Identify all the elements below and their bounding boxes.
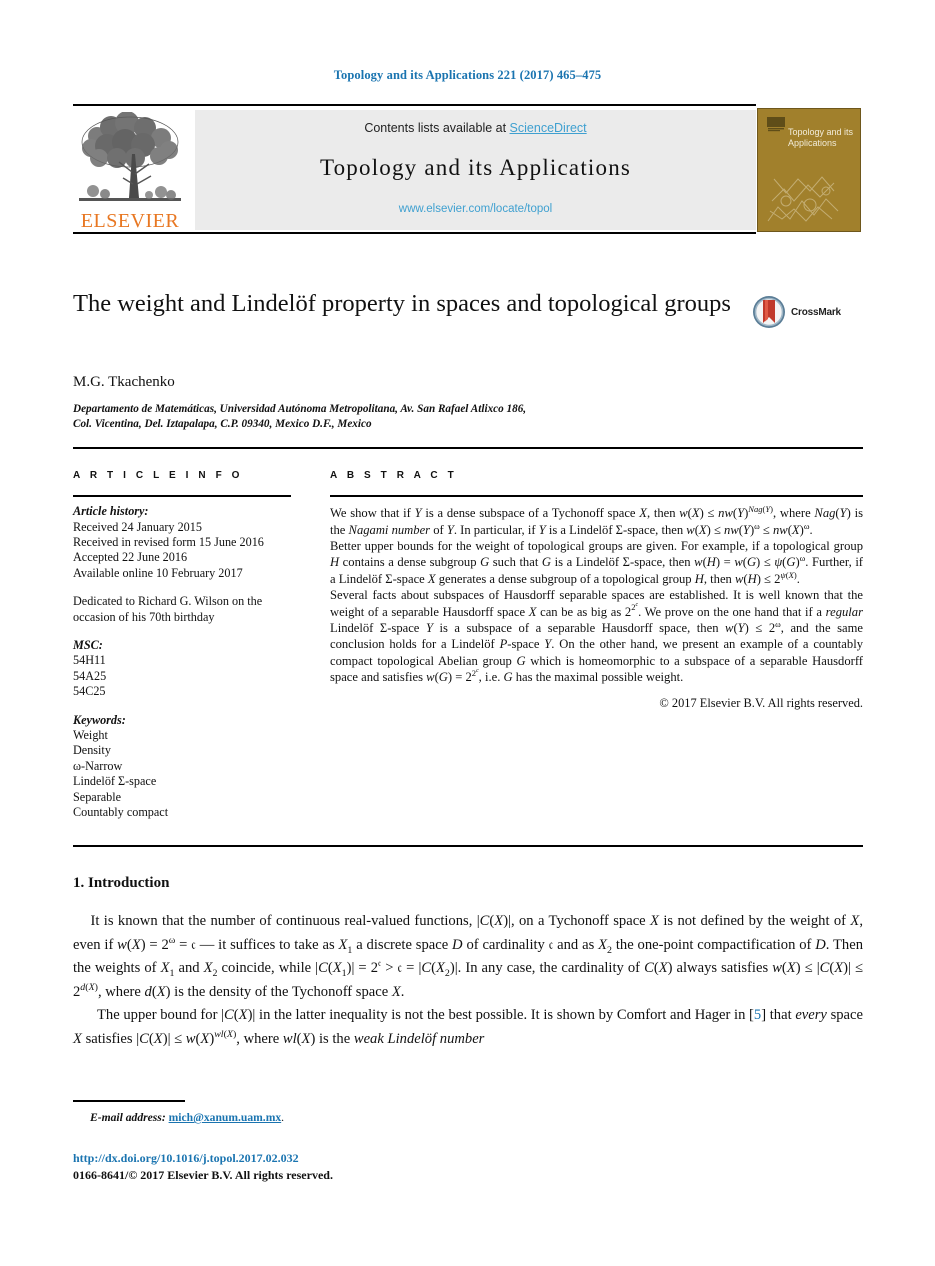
abstract-paragraph-1: Better upper bounds for the weight of to… <box>330 539 864 586</box>
article-history-label: Article history: <box>73 504 149 519</box>
abstract-heading: A B S T R A C T <box>330 470 458 481</box>
journal-masthead: ELSEVIER Contents lists available at Sci… <box>73 104 863 235</box>
affiliation-line-1: Departamento de Matemáticas, Universidad… <box>73 403 527 415</box>
masthead-rule-top <box>73 104 756 107</box>
paper-page: Topology and its Applications 221 (2017)… <box>0 0 935 1266</box>
elsevier-mini-logo-icon <box>767 117 785 132</box>
author-affiliation: Departamento de Matemáticas, Universidad… <box>73 402 793 431</box>
abstract-paragraph-0: We show that if Y is a dense subspace of… <box>330 504 863 537</box>
journal-cover-thumbnail[interactable]: Topology and its Applications <box>757 108 861 232</box>
keyword-4: Separable <box>73 789 122 804</box>
history-item-3: Available online 10 February 2017 <box>73 565 243 580</box>
body-text: It is known that the number of continuou… <box>73 910 863 1052</box>
keywords-label: Keywords: <box>73 712 126 727</box>
elsevier-wordmark: ELSEVIER <box>80 210 180 232</box>
issn-copyright-line: 0166-8641/© 2017 Elsevier B.V. All right… <box>73 1167 333 1182</box>
elsevier-tree-icon <box>79 112 181 201</box>
contents-line: Contents lists available at ScienceDirec… <box>195 121 756 135</box>
author-name: M.G. Tkachenko <box>73 374 175 390</box>
footnote-email: E-mail address: mich@xanum.uam.mx. <box>73 1110 673 1125</box>
crossmark-icon <box>753 296 785 328</box>
section-title-introduction: 1. Introduction <box>73 875 170 891</box>
keyword-5: Countably compact <box>73 805 169 820</box>
article-info-heading-rule <box>73 495 291 498</box>
elsevier-logo: ELSEVIER <box>75 108 185 232</box>
running-head: Topology and its Applications 221 (2017)… <box>333 68 602 82</box>
abstract-copyright: © 2017 Elsevier B.V. All rights reserved… <box>659 695 863 710</box>
article-history: Article history: Received 24 January 201… <box>73 504 291 820</box>
journal-title: Topology and its Applications <box>319 155 632 180</box>
cover-artwork <box>767 176 839 222</box>
info-rule-top <box>73 447 863 450</box>
keyword-2: ω-Narrow <box>73 758 123 773</box>
masthead-rule-bottom <box>73 232 756 235</box>
affiliation-line-2: Col. Vicentina, Del. Iztapalapa, C.P. 09… <box>73 417 372 430</box>
abstract-paragraph-2: Several facts about subspaces of Hausdor… <box>330 588 863 685</box>
msc-label: MSC: <box>73 638 103 653</box>
sciencedirect-link[interactable]: ScienceDirect <box>510 121 587 135</box>
body-paragraph-1: It is known that the number of continuou… <box>73 913 864 1000</box>
article-info-heading: A R T I C L E I N F O <box>73 470 244 481</box>
cover-title: Topology and its Applications <box>788 127 854 148</box>
info-rule-bottom <box>73 845 863 848</box>
abstract-heading-rule <box>330 495 863 498</box>
title-block: The weight and Lindelöf property in spac… <box>73 288 733 320</box>
history-item-2: Accepted 22 June 2016 <box>73 550 188 565</box>
journal-url-link[interactable]: www.elsevier.com/locate/topol <box>195 203 756 215</box>
article-info-column: A R T I C L E I N F O Article history: R… <box>73 470 291 821</box>
msc-item-0: 54H11 <box>73 653 106 668</box>
body-paragraph-2: The upper bound for |C(X)| in the latter… <box>73 1007 863 1047</box>
contents-prefix: Contents lists available at <box>364 121 510 135</box>
keyword-3: Lindelöf Σ-space <box>73 774 157 789</box>
sciencedirect-box: Contents lists available at ScienceDirec… <box>195 110 756 230</box>
keyword-0: Weight <box>73 728 108 743</box>
crossmark-label: CrossMark <box>791 306 841 318</box>
footnote-rule <box>73 1100 185 1102</box>
email-period: . <box>281 1111 285 1124</box>
email-link[interactable]: mich@xanum.uam.mx <box>169 1111 282 1124</box>
msc-item-2: 54C25 <box>73 684 106 699</box>
abstract-column: A B S T R A C T We show that if Y is a d… <box>330 470 863 711</box>
page-title: The weight and Lindelöf property in spac… <box>73 290 731 317</box>
doi-link[interactable]: http://dx.doi.org/10.1016/j.topol.2017.0… <box>73 1150 673 1167</box>
crossmark-badge[interactable]: CrossMark <box>752 292 872 332</box>
dedication: Dedicated to Richard G. Wilson on the oc… <box>73 594 263 624</box>
reference-link-5[interactable]: 5 <box>754 1007 761 1023</box>
history-item-0: Received 24 January 2015 <box>73 519 202 534</box>
keyword-1: Density <box>73 743 111 758</box>
msc-item-1: 54A25 <box>73 668 107 683</box>
history-item-1: Received in revised form 15 June 2016 <box>73 535 264 549</box>
abstract-body: We show that if Y is a dense subspace of… <box>330 505 863 711</box>
email-label: E-mail address: <box>90 1111 166 1124</box>
doi-block: http://dx.doi.org/10.1016/j.topol.2017.0… <box>73 1150 673 1183</box>
